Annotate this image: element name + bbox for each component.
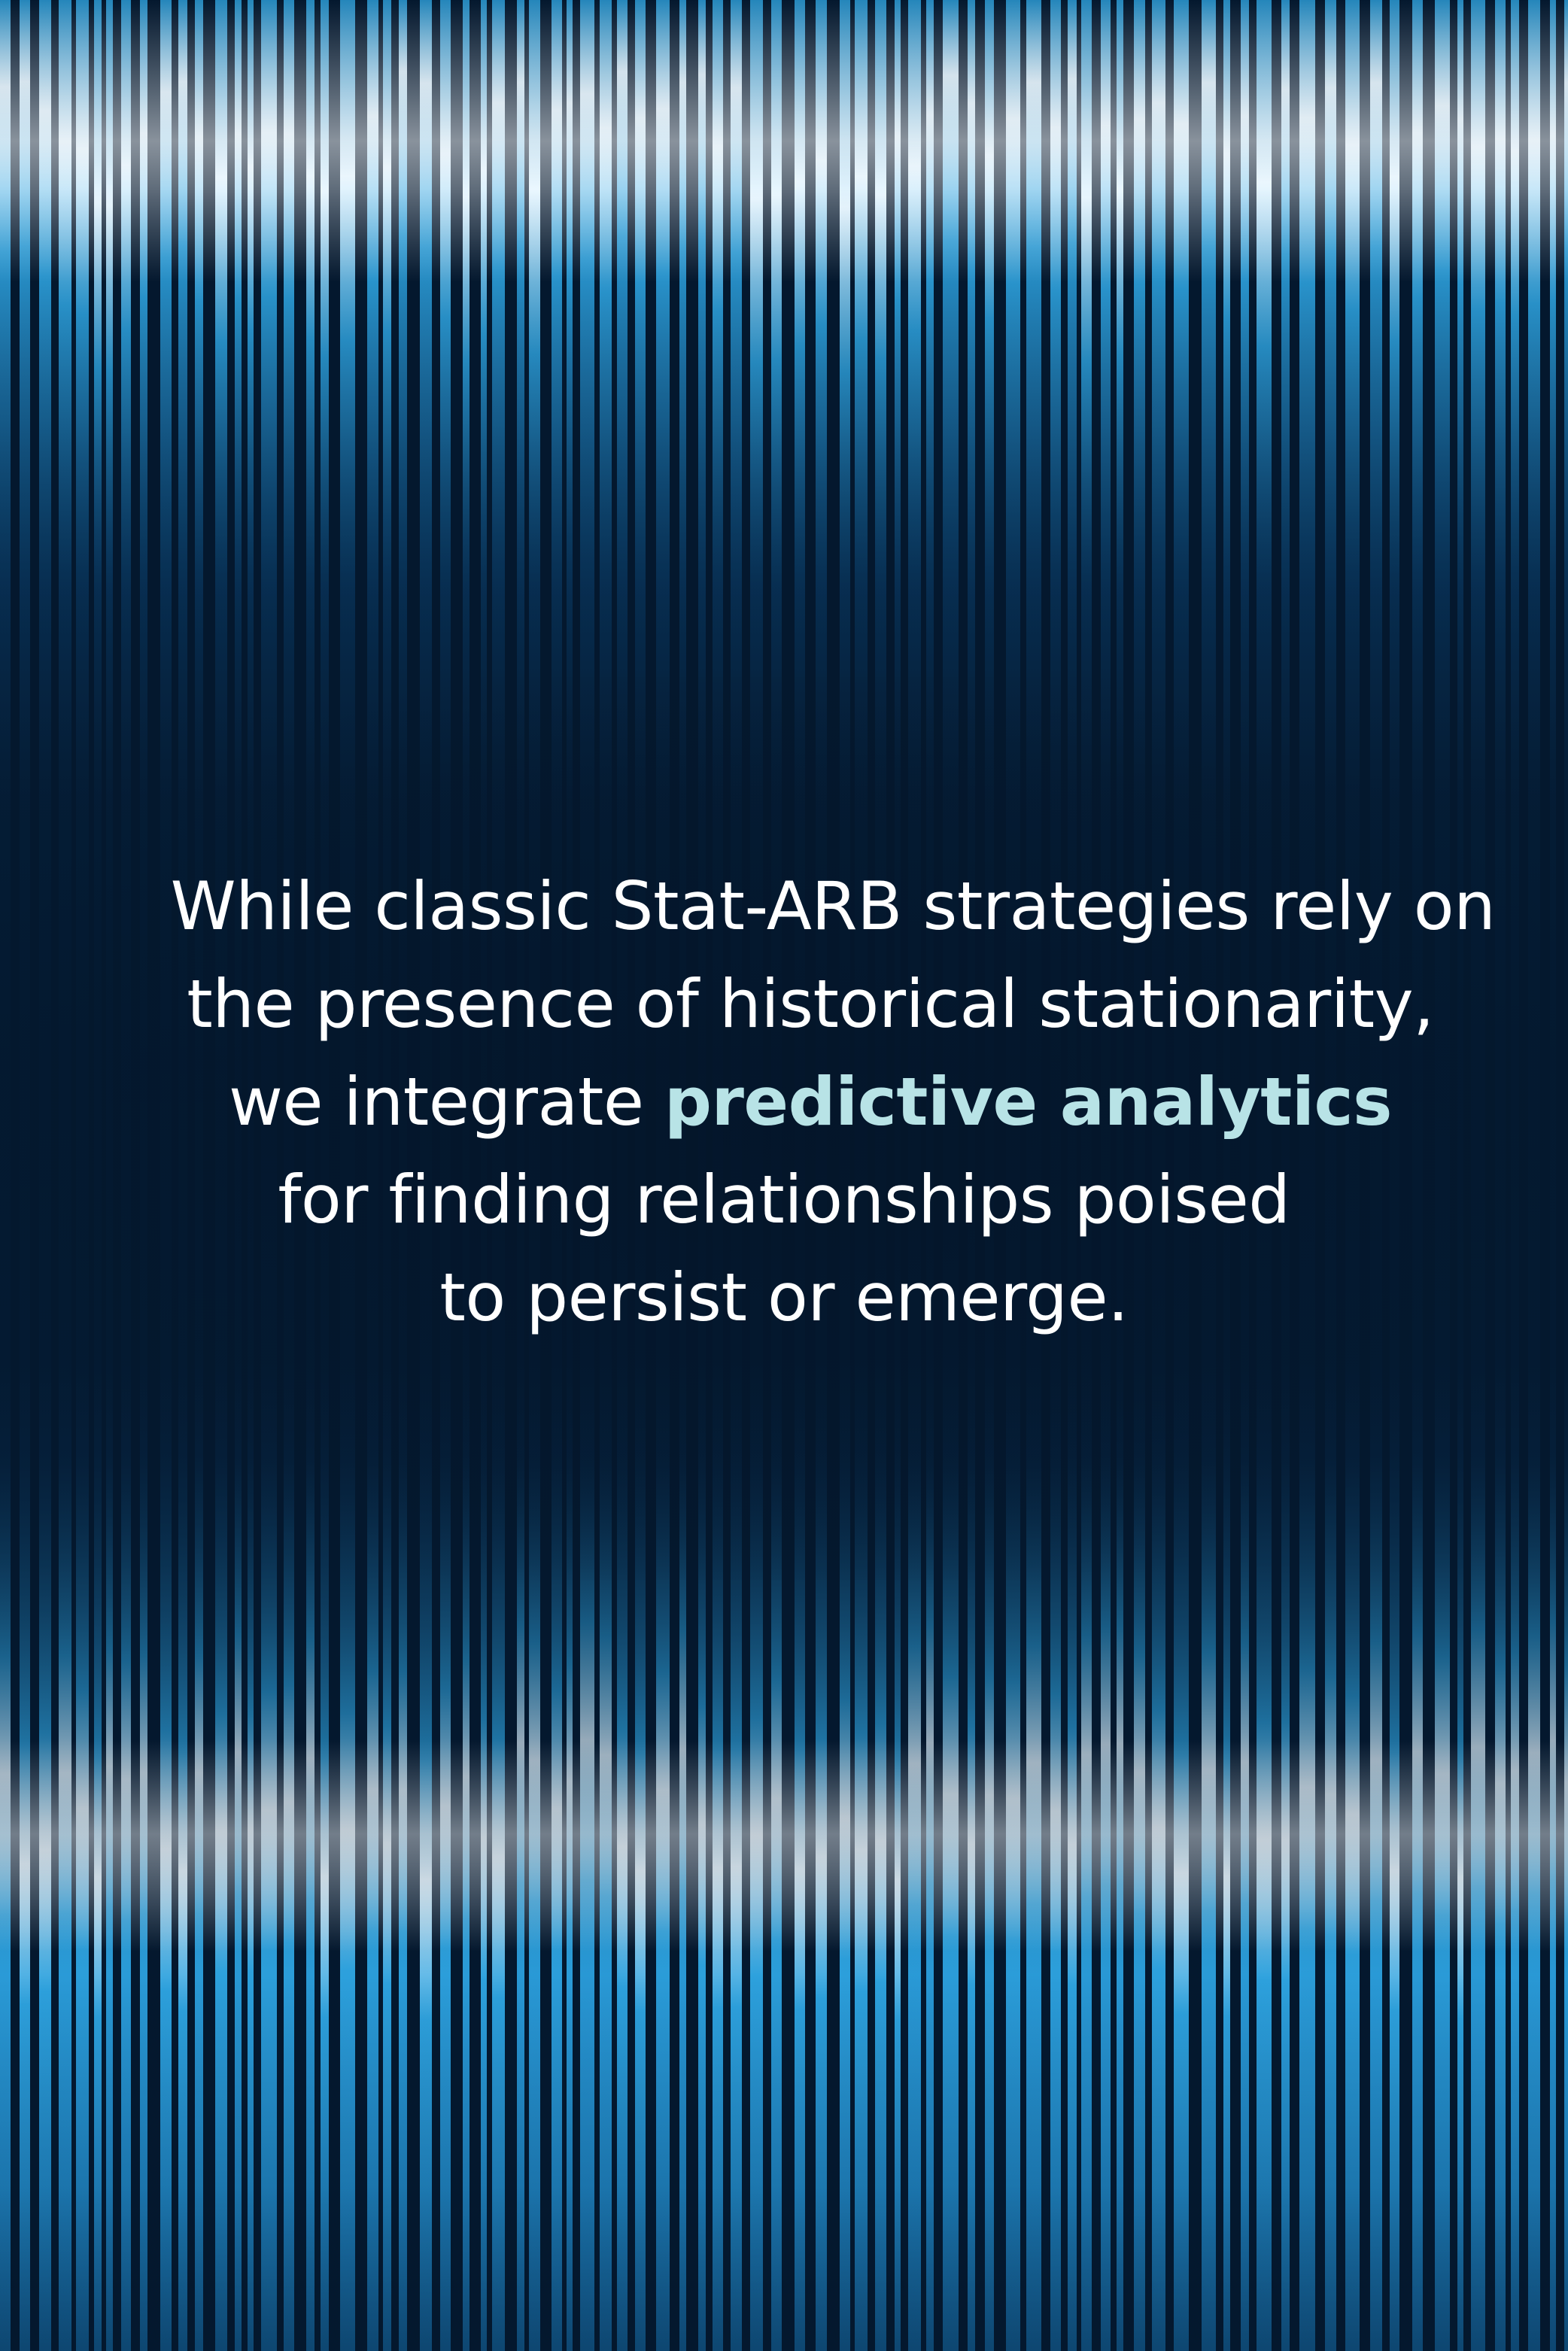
quote-highlight: predictive analytics <box>664 1063 1393 1141</box>
quote-line-2: the presence of historical stationarity, <box>187 965 1434 1043</box>
quote-text: While classic Stat-ARB strategies rely o… <box>0 858 1568 1347</box>
quote-line-4: for finding relationships poised <box>278 1161 1290 1238</box>
quote-line-5: to persist or emerge. <box>439 1259 1129 1336</box>
quote-line-3-prefix: we integrate <box>228 1063 664 1141</box>
poster: While classic Stat-ARB strategies rely o… <box>0 0 1568 2351</box>
quote-line-1: While classic Stat-ARB strategies rely o… <box>170 867 1496 945</box>
quote-line-3: we integrate predictive analytics <box>0 1053 1568 1151</box>
